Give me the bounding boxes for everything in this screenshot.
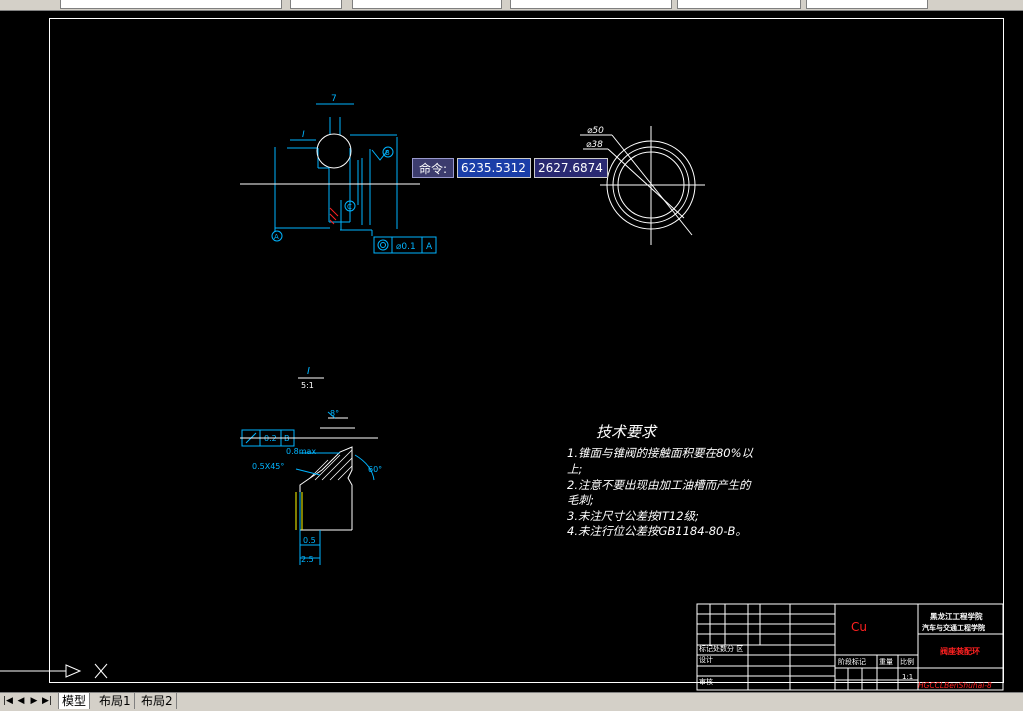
drawing-number: HGCCLBenShuhai-8 <box>918 681 992 690</box>
angle-60-label: 60° <box>368 465 382 474</box>
row-label-1: 设计 <box>699 655 713 664</box>
chamfer-max-label: 0.8max <box>286 447 316 456</box>
tab-model[interactable]: 模型 <box>58 693 91 709</box>
first-tab-button[interactable]: |◀ <box>2 695 14 707</box>
tech-line-2: 2.注意不要出现由加工油槽而产生的 <box>567 478 751 492</box>
scale-value: 1:1 <box>902 673 913 681</box>
command-x-input[interactable]: 6235.5312 <box>457 158 531 178</box>
ucs-icon <box>0 663 108 679</box>
last-tab-button[interactable]: ▶| <box>41 695 53 707</box>
tech-line-3: 毛刺; <box>567 493 594 507</box>
dim-25-label: 2.5 <box>301 555 314 564</box>
next-tab-button[interactable]: ▶ <box>28 695 40 707</box>
svg-text:C: C <box>347 203 352 211</box>
tech-line-0: 1.锥面与锥阀的接触面积要在80%以 <box>567 446 754 460</box>
detail-yellow-lines <box>295 492 303 530</box>
svg-text:B: B <box>385 149 390 157</box>
material-label: Cu <box>851 620 867 634</box>
tech-line-4: 3.未注尺寸公差按IT12级; <box>567 509 699 523</box>
tech-line-1: 上; <box>567 462 583 476</box>
chamfer-label: 0.5X45° <box>252 462 284 471</box>
layout-tab-bar: |◀ ◀ ▶ ▶| 模型 布局1 布局2 <box>0 692 1023 711</box>
svg-text:A: A <box>274 233 279 241</box>
front-view-outline <box>240 133 420 185</box>
col-label-1: 重量 <box>879 658 893 666</box>
col-label-2: 比例 <box>900 657 914 666</box>
command-prompt-label: 命令: <box>412 158 454 178</box>
tech-requirements-title: 技术要求 <box>596 423 657 441</box>
row-label-0: 标记处数分 区 <box>699 644 743 653</box>
row-label-2: 审核 <box>699 677 713 686</box>
dim-7-label: 7 <box>331 94 337 104</box>
detail-scale: 5:1 <box>301 381 314 390</box>
command-y-input[interactable]: 2627.6874 <box>534 158 608 178</box>
tech-line-5: 4.未注行位公差按GB1184-80-B。 <box>567 524 747 538</box>
tolerance-value-top: ⌀0.1 <box>396 242 416 252</box>
detail-hatch <box>309 449 353 481</box>
angle-8-label: 8° <box>330 409 339 418</box>
dim-05-label: 0.5 <box>303 536 316 545</box>
tab-layout2[interactable]: 布局2 <box>138 693 177 709</box>
tab-layout1[interactable]: 布局1 <box>96 693 135 709</box>
prev-tab-button[interactable]: ◀ <box>15 695 27 707</box>
school-line1: 黑龙江工程学院 <box>930 611 983 621</box>
detail-mark: I <box>307 366 310 377</box>
school-line2: 汽车与交通工程学院 <box>922 623 985 632</box>
dim-d50: ⌀50 <box>587 126 604 136</box>
tolerance-datum-top: A <box>426 242 433 252</box>
detail-profile <box>240 417 378 531</box>
dim-d38: ⌀38 <box>586 140 603 150</box>
cad-drawing: I 7 A B C ⌀0.1 A ⌀50 ⌀38 I 5:1 0.2 B 8° … <box>0 94 1004 691</box>
col-label-0: 阶段标记 <box>838 657 866 666</box>
front-view <box>274 103 398 236</box>
svg-text:I: I <box>302 130 305 140</box>
part-name: 阀座装配环 <box>940 646 980 656</box>
